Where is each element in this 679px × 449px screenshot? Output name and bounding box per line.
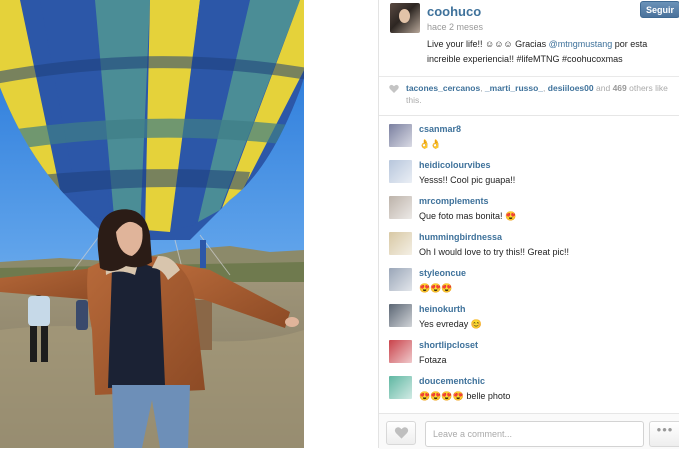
comment-text: Yesss!! Cool pic guapa!! <box>419 175 516 185</box>
commenter-avatar[interactable] <box>389 268 412 291</box>
commenter-username[interactable]: styleoncue <box>419 268 466 278</box>
commenter-avatar[interactable] <box>389 376 412 399</box>
comment-text: 👌👌 <box>419 139 442 149</box>
comment-item: heidicolourvibes Yesss!! Cool pic guapa!… <box>379 152 679 188</box>
commenter-avatar[interactable] <box>389 124 412 147</box>
heart-icon <box>394 427 409 439</box>
comment-footer: Leave a comment... ••• <box>379 413 679 449</box>
comment-input[interactable]: Leave a comment... <box>425 421 644 447</box>
author-avatar[interactable] <box>390 3 420 33</box>
commenter-avatar[interactable] <box>389 304 412 327</box>
comment-text: 😍😍😍 <box>419 283 453 293</box>
comment-item: mrcomplements Que foto mas bonita! 😍 <box>379 188 679 224</box>
post-photo <box>0 0 304 448</box>
comment-text: 😍😍😍😍 belle photo <box>419 391 511 401</box>
comment-item: hummingbirdnessa Oh I would love to try … <box>379 224 679 260</box>
author-username[interactable]: coohuco <box>427 4 481 19</box>
comment-text: Oh I would love to try this!! Great pic!… <box>419 247 570 257</box>
commenter-username[interactable]: heidicolourvibes <box>419 160 491 170</box>
commenter-avatar[interactable] <box>389 160 412 183</box>
comment-text: Que foto mas bonita! 😍 <box>419 211 517 221</box>
like-user-link[interactable]: desiiloes00 <box>548 83 594 93</box>
hot-air-balloon-photo <box>0 0 304 448</box>
comment-item: shortlipcloset Fotaza <box>379 332 679 368</box>
like-user-link[interactable]: _marti_russo_ <box>485 83 543 93</box>
comment-item: csanmar8 👌👌 <box>379 116 679 152</box>
post-caption: Live your life!! ☺☺☺ Gracias @mtngmustan… <box>427 37 667 67</box>
likes-and: and <box>596 83 611 93</box>
like-button[interactable] <box>386 421 416 445</box>
commenter-avatar[interactable] <box>389 232 412 255</box>
post-timestamp: hace 2 meses <box>427 22 484 32</box>
likes-summary: tacones_cercanos, _marti_russo_, desiilo… <box>379 77 679 116</box>
caption-mention-link[interactable]: @mtngmustang <box>549 39 613 49</box>
commenter-avatar[interactable] <box>389 340 412 363</box>
follow-button[interactable]: Seguir <box>640 1 679 18</box>
more-options-button[interactable]: ••• <box>649 421 679 447</box>
commenter-username[interactable]: hummingbirdnessa <box>419 232 502 242</box>
post-header: coohuco hace 2 meses Live your life!! ☺☺… <box>379 0 679 77</box>
commenter-username[interactable]: doucementchic <box>419 376 485 386</box>
like-user-link[interactable]: tacones_cercanos <box>406 83 480 93</box>
comment-item: heinokurth Yes evreday 😊 <box>379 296 679 332</box>
commenter-username[interactable]: mrcomplements <box>419 196 489 206</box>
post-side-panel: coohuco hace 2 meses Live your life!! ☺☺… <box>378 0 679 449</box>
comment-item: styleoncue 😍😍😍 <box>379 260 679 296</box>
comment-item: doucementchic 😍😍😍😍 belle photo <box>379 368 679 404</box>
comment-text: Fotaza <box>419 355 447 365</box>
comments-list[interactable]: csanmar8 👌👌 heidicolourvibes Yesss!! Coo… <box>379 116 679 412</box>
commenter-username[interactable]: shortlipcloset <box>419 340 478 350</box>
likes-count[interactable]: 469 <box>613 83 627 93</box>
commenter-username[interactable]: csanmar8 <box>419 124 461 134</box>
commenter-username[interactable]: heinokurth <box>419 304 466 314</box>
caption-text-start: Live your life!! ☺☺☺ Gracias <box>427 39 549 49</box>
likes-text: tacones_cercanos, _marti_russo_, desiilo… <box>406 83 668 105</box>
commenter-avatar[interactable] <box>389 196 412 219</box>
comment-text: Yes evreday 😊 <box>419 319 482 329</box>
heart-icon <box>389 84 399 93</box>
